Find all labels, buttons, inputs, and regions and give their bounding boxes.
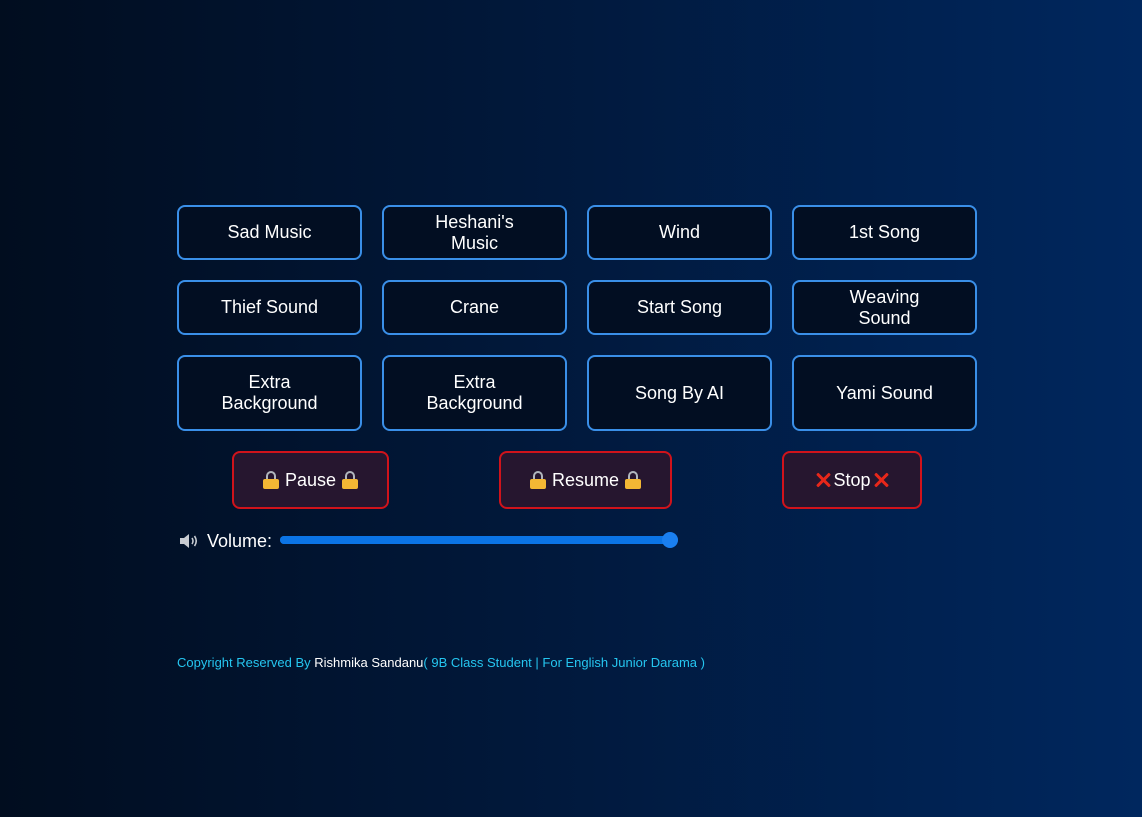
- volume-slider-thumb[interactable]: [662, 532, 678, 548]
- cross-mark-icon: [873, 472, 889, 488]
- thief-sound-button[interactable]: Thief Sound: [177, 280, 362, 335]
- yami-sound-button[interactable]: Yami Sound: [792, 355, 977, 431]
- stop-button[interactable]: Stop: [782, 451, 922, 509]
- extra-background-button-2[interactable]: Extra Background: [382, 355, 567, 431]
- footer-prefix: Copyright Reserved By: [177, 655, 315, 670]
- lock-icon: [262, 471, 279, 489]
- stop-label: Stop: [833, 469, 871, 490]
- volume-slider[interactable]: [280, 532, 678, 548]
- volume-slider-fill: [280, 536, 670, 544]
- start-song-button[interactable]: Start Song: [587, 280, 772, 335]
- pause-label: Pause: [284, 469, 337, 490]
- volume-control: Volume:: [179, 530, 272, 552]
- lock-icon: [342, 471, 359, 489]
- resume-button[interactable]: Resume: [499, 451, 672, 509]
- lock-icon: [625, 471, 642, 489]
- resume-label: Resume: [551, 469, 620, 490]
- extra-background-button-1[interactable]: Extra Background: [177, 355, 362, 431]
- volume-label: Volume:: [207, 530, 273, 551]
- lock-icon: [529, 471, 546, 489]
- song-by-ai-button[interactable]: Song By AI: [587, 355, 772, 431]
- first-song-button[interactable]: 1st Song: [792, 205, 977, 260]
- sad-music-button[interactable]: Sad Music: [177, 205, 362, 260]
- sound-button-grid: Sad Music Heshani's Music Wind 1st Song …: [177, 205, 977, 431]
- pause-button[interactable]: Pause: [232, 451, 389, 509]
- crane-button[interactable]: Crane: [382, 280, 567, 335]
- cross-mark-icon: [815, 472, 831, 488]
- heshanis-music-button[interactable]: Heshani's Music: [382, 205, 567, 260]
- footer-author-name: Rishmika Sandanu: [314, 655, 424, 670]
- wind-button[interactable]: Wind: [587, 205, 772, 260]
- weaving-sound-button[interactable]: Weaving Sound: [792, 280, 977, 335]
- copyright-footer: Copyright Reserved By Rishmika Sandanu( …: [177, 655, 705, 670]
- footer-suffix: ( 9B Class Student | For English Junior …: [423, 655, 705, 670]
- speaker-icon: [180, 534, 198, 548]
